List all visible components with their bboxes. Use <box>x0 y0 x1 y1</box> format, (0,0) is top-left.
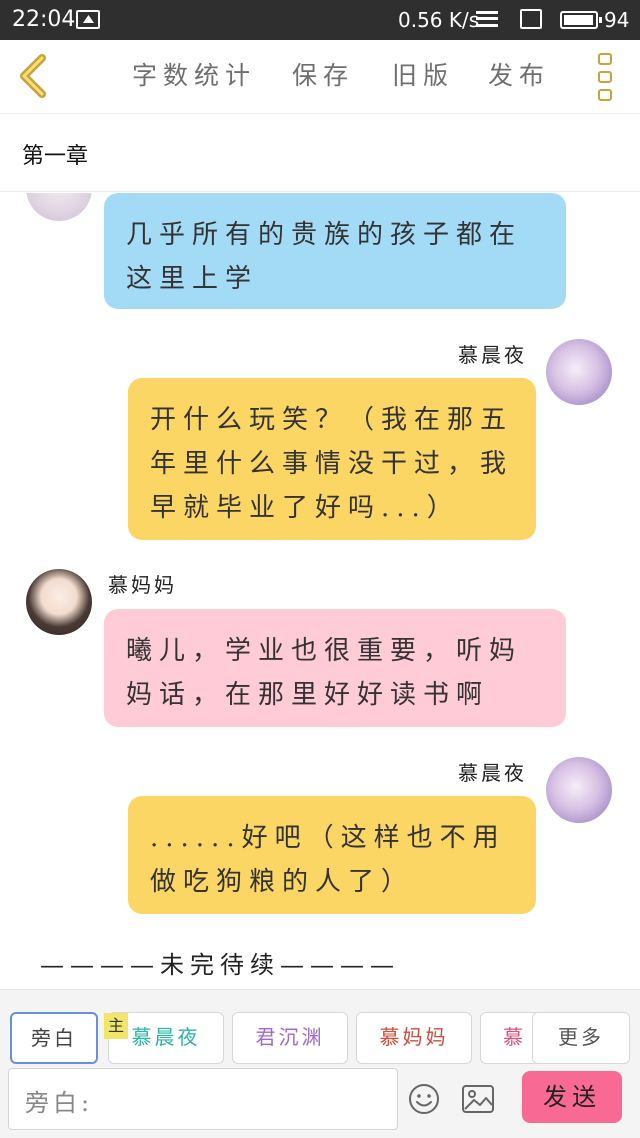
chat-area[interactable]: 几乎所有的贵族的孩子都在这里上学 慕晨夜 开什么玩笑？（我在那五年里什么事情没干… <box>0 193 640 989</box>
message-input[interactable]: 旁白: <box>8 1068 398 1130</box>
avatar[interactable] <box>546 757 612 823</box>
save-button[interactable]: 保存 <box>292 56 354 92</box>
image-icon[interactable] <box>461 1083 495 1115</box>
character-chip-partial[interactable]: 慕 <box>480 1012 540 1064</box>
chapter-header: 第一章 <box>0 114 640 192</box>
speaker-name: 慕晨夜 <box>458 343 527 367</box>
chapter-title[interactable]: 第一章 <box>22 138 88 170</box>
speaker-name: 慕晨夜 <box>458 761 527 785</box>
avatar[interactable] <box>26 193 92 221</box>
word-count-button[interactable]: 字数统计 <box>132 56 256 92</box>
to-be-continued-text: ————未完待续———— <box>40 951 400 979</box>
battery-icon <box>560 11 602 29</box>
status-time: 22:04 <box>12 7 76 32</box>
more-options-icon[interactable] <box>598 53 612 101</box>
message-bubble[interactable]: ......好吧（这样也不用做吃狗粮的人了） <box>128 796 536 914</box>
image-notification-icon <box>76 10 100 29</box>
message-bubble[interactable]: 几乎所有的贵族的孩子都在这里上学 <box>104 193 566 309</box>
menu-notification-icon <box>476 11 498 27</box>
back-icon[interactable] <box>18 54 48 98</box>
status-bar: 22:04 0.56 K/s 94 <box>0 0 640 40</box>
emoji-icon[interactable] <box>408 1083 440 1115</box>
character-chip-mumama[interactable]: 慕妈妈 <box>356 1012 472 1064</box>
main-character-tag: 主 <box>104 1013 128 1039</box>
message-bubble[interactable]: 曦儿，学业也很重要，听妈妈话，在那里好好读书啊 <box>104 609 566 727</box>
top-toolbar: 字数统计 保存 旧版 发布 <box>0 40 640 114</box>
message-bubble[interactable]: 开什么玩笑？（我在那五年里什么事情没干过，我早就毕业了好吗...） <box>128 378 536 540</box>
character-chip-junchenyuan[interactable]: 君沉渊 <box>232 1012 348 1064</box>
avatar[interactable] <box>26 569 92 635</box>
speaker-name: 慕妈妈 <box>108 573 177 597</box>
old-version-button[interactable]: 旧版 <box>392 56 454 92</box>
more-characters-button[interactable]: 更多 <box>532 1012 630 1064</box>
network-speed: 0.56 K/s <box>398 8 480 32</box>
square-icon <box>520 9 542 29</box>
composer-panel: 旁白 主 慕晨夜 君沉渊 慕妈妈 慕 更多 旁白: 发送 <box>0 989 640 1138</box>
publish-button[interactable]: 发布 <box>488 56 550 92</box>
battery-level: 94 <box>604 8 630 32</box>
character-chip-narration[interactable]: 旁白 <box>10 1012 98 1064</box>
avatar[interactable] <box>546 339 612 405</box>
send-button[interactable]: 发送 <box>522 1071 622 1123</box>
